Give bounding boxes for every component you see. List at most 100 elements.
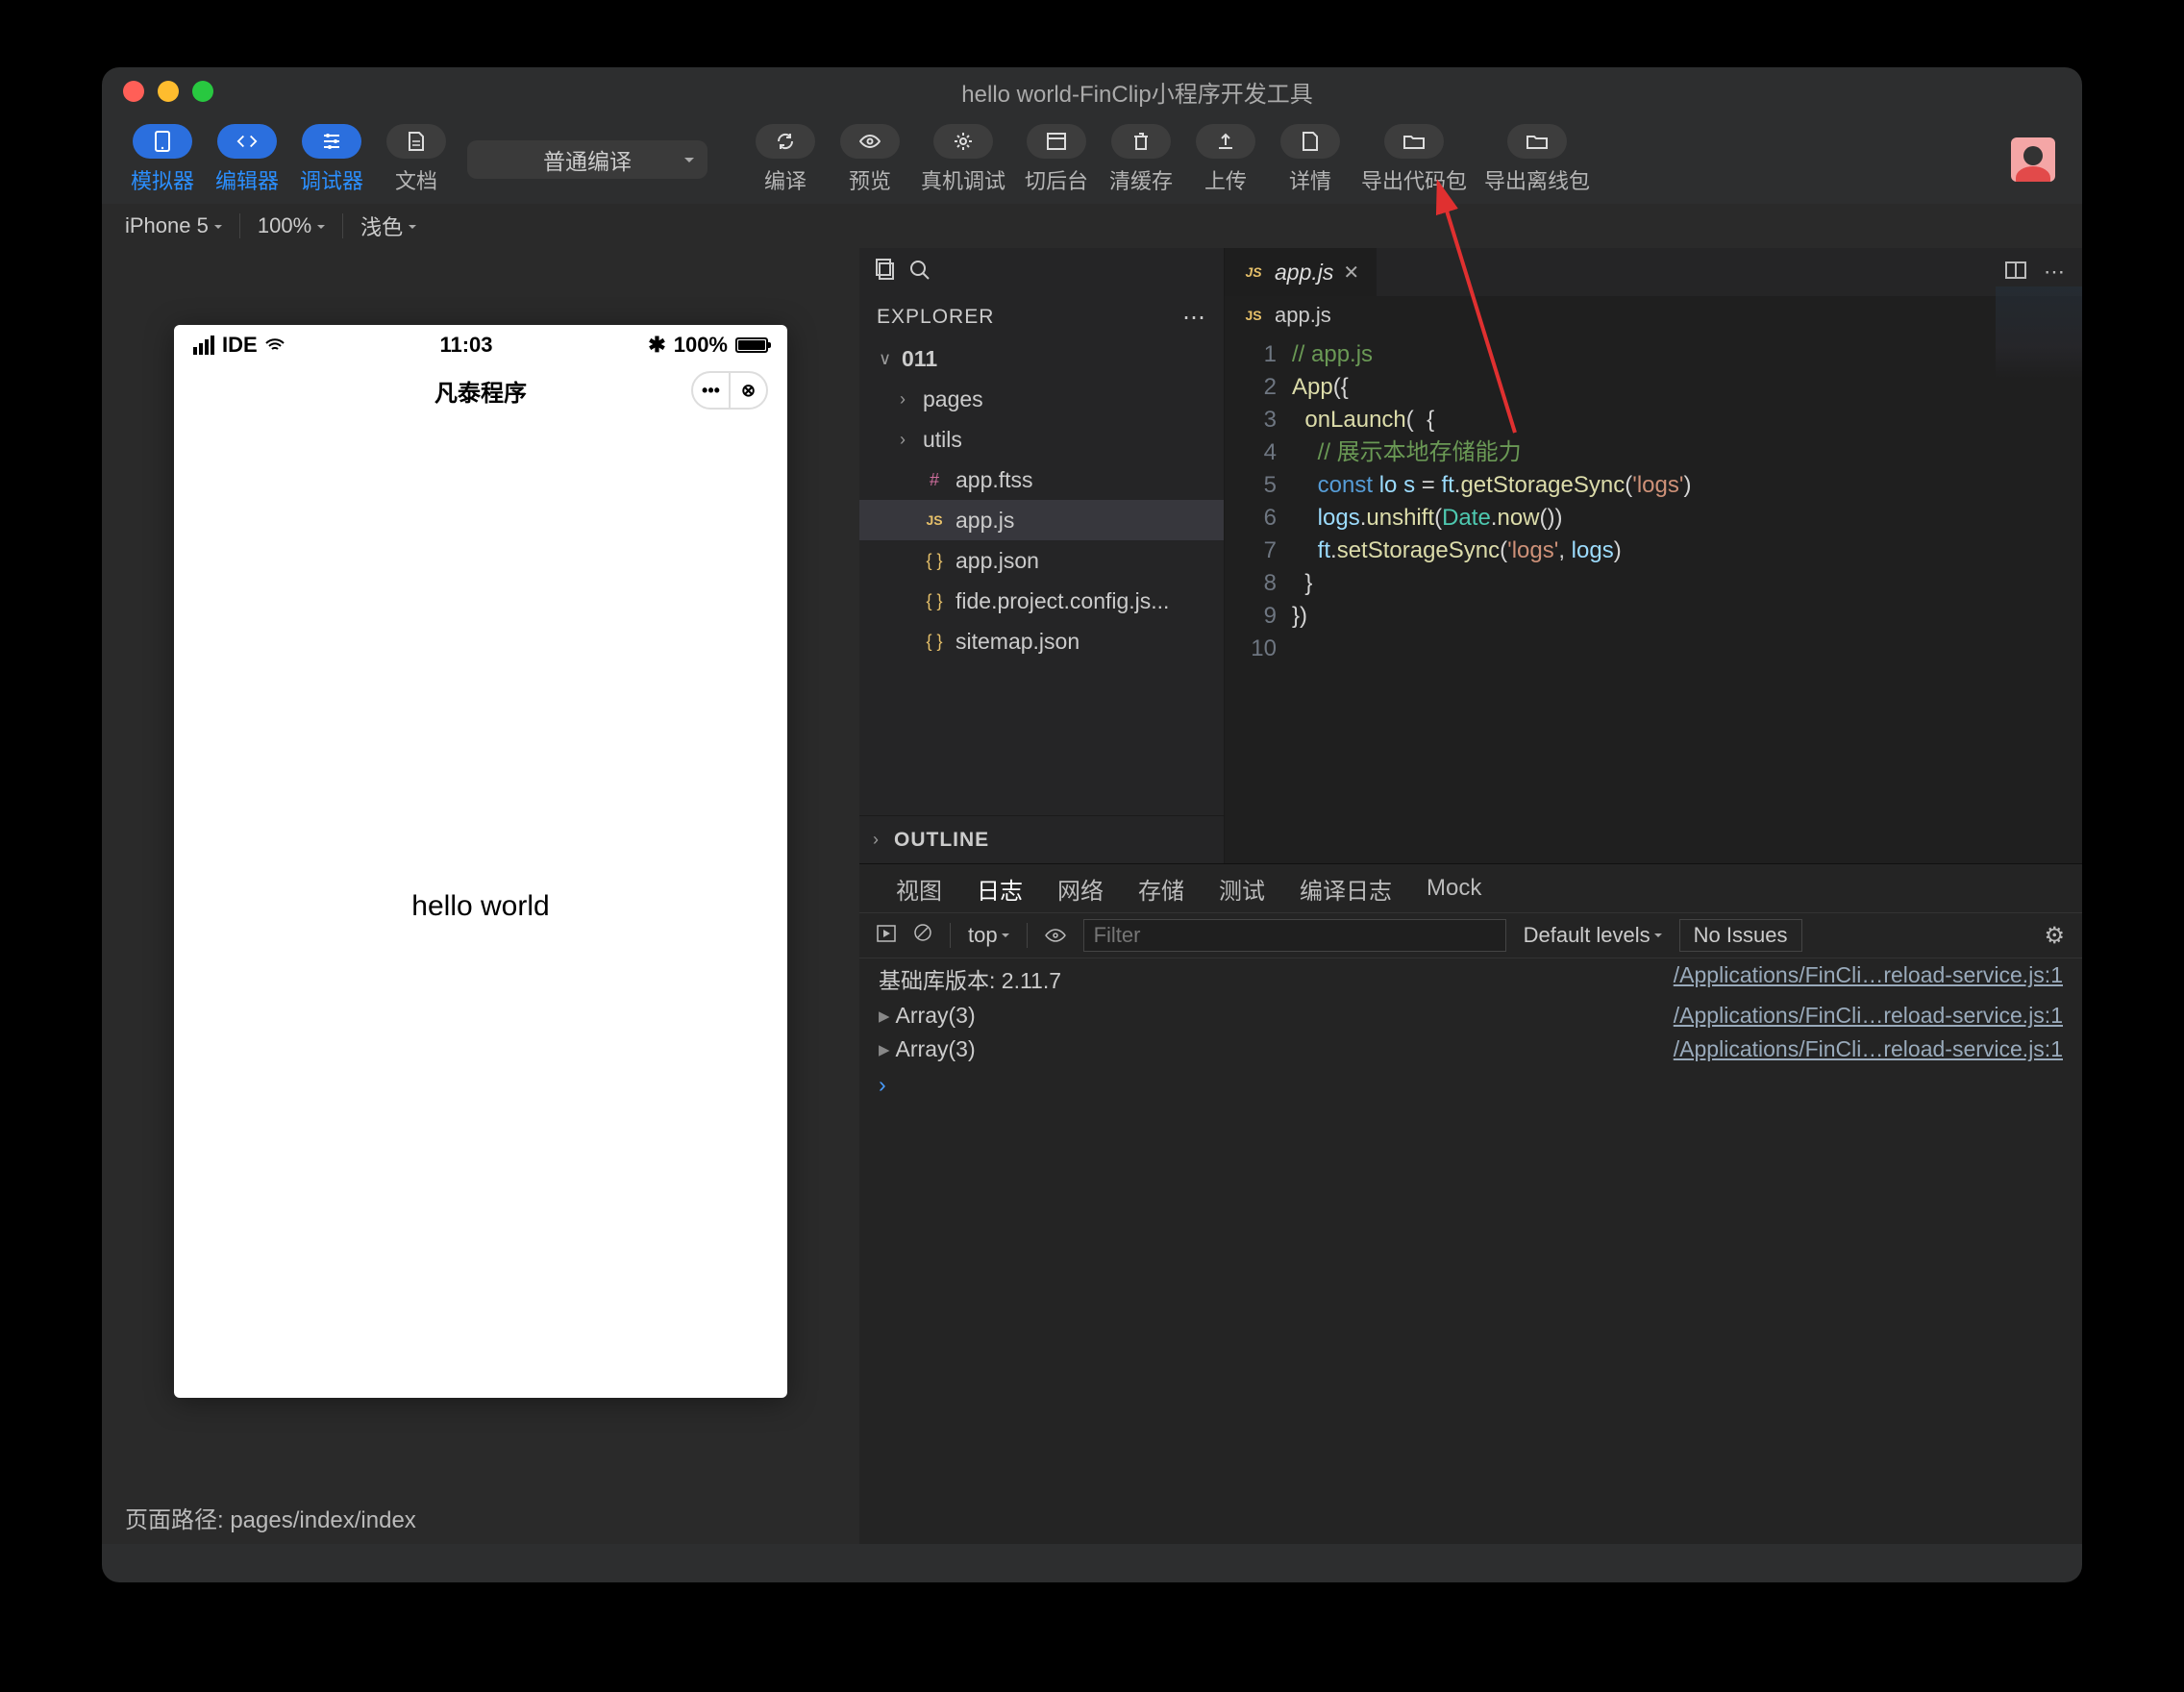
- editor-tab[interactable]: JS app.js ✕: [1225, 248, 1377, 296]
- doc-icon: [406, 131, 427, 152]
- issues-button[interactable]: No Issues: [1679, 919, 1802, 952]
- files-icon[interactable]: [873, 257, 896, 287]
- scope-select[interactable]: top: [968, 923, 1009, 948]
- phone-icon: [152, 131, 173, 152]
- devtools-tab[interactable]: 视图: [896, 872, 942, 906]
- export-code-button[interactable]: 导出代码包: [1361, 124, 1467, 195]
- docs-button[interactable]: 文档: [383, 124, 450, 195]
- outline-section[interactable]: ›OUTLINE: [859, 815, 1224, 863]
- phone-statusbar: IDE 11:03 ✱ 100%: [174, 325, 787, 365]
- play-icon[interactable]: [877, 923, 896, 948]
- device-select[interactable]: iPhone 5: [125, 213, 222, 238]
- explorer-panel: EXPLORER ⋯ ∨011 ›pages›utils#app.ftssJSap…: [859, 248, 1225, 863]
- devtools-panel: 视图 日志网络存储 测试 编译日志 Mock top Default levels No…: [859, 863, 2082, 1544]
- titlebar: hello world-FinClip小程序开发工具: [102, 67, 2082, 115]
- explorer-title: EXPLORER: [877, 306, 994, 329]
- theme-select[interactable]: 浅色: [360, 211, 416, 241]
- main-area: IDE 11:03 ✱ 100% 凡泰程序 •••⊗ hello world 页…: [102, 248, 2082, 1544]
- tree-item[interactable]: #app.ftss: [859, 460, 1224, 500]
- main-toolbar: 模拟器 编辑器 调试器 文档 普通编译 编译 预览 真机调试: [102, 115, 2082, 204]
- console-toolbar: top Default levels No Issues ⚙: [859, 912, 2082, 958]
- code-editor: JS app.js ✕ ⋯ JS app.js: [1225, 248, 2082, 863]
- avatar[interactable]: [2011, 137, 2055, 182]
- simulator-panel: IDE 11:03 ✱ 100% 凡泰程序 •••⊗ hello world 页…: [102, 248, 859, 1544]
- wifi-icon: [265, 338, 285, 352]
- traffic-lights: [123, 81, 213, 102]
- refresh-icon: [775, 131, 796, 152]
- clear-cache-button[interactable]: 清缓存: [1107, 124, 1175, 195]
- phone-frame: IDE 11:03 ✱ 100% 凡泰程序 •••⊗ hello world: [174, 325, 787, 1398]
- more-icon[interactable]: ⋯: [2044, 260, 2065, 285]
- file-tree: ∨011 ›pages›utils#app.ftssJSapp.js{ }app…: [859, 338, 1224, 815]
- signal-icon: [193, 336, 214, 355]
- upload-button[interactable]: 上传: [1192, 124, 1259, 195]
- eye-icon: [859, 131, 881, 152]
- details-button[interactable]: 详情: [1277, 124, 1344, 195]
- debugger-toggle[interactable]: 调试器: [298, 124, 365, 195]
- code-body[interactable]: 12345678910 // app.js App({ onLaunch( { …: [1225, 335, 2082, 863]
- phone-time: 11:03: [439, 333, 492, 358]
- devtools-tab[interactable]: 日志: [977, 872, 1023, 906]
- console-row[interactable]: 基础库版本: 2.11.7/Applications/FinCli…reload…: [859, 958, 2082, 999]
- eye-icon[interactable]: [1045, 923, 1066, 948]
- split-icon[interactable]: [2005, 260, 2026, 285]
- simulator-toggle[interactable]: 模拟器: [129, 124, 196, 195]
- phone-navbar: 凡泰程序 •••⊗: [174, 365, 787, 415]
- capsule-button[interactable]: •••⊗: [691, 371, 768, 410]
- battery-icon: [735, 337, 768, 353]
- minimize-button[interactable]: [158, 81, 179, 102]
- breadcrumb[interactable]: JS app.js: [1225, 296, 2082, 335]
- editor-tabs: JS app.js ✕ ⋯: [1225, 248, 2082, 296]
- tree-item[interactable]: { }app.json: [859, 540, 1224, 581]
- devtools-tab[interactable]: 编译日志: [1300, 872, 1392, 906]
- phone-content: hello world: [174, 415, 787, 1398]
- bluetooth-icon: ✱: [648, 333, 665, 358]
- simulator-subbar: iPhone 5 100% 浅色: [102, 204, 2082, 248]
- page-path-label: 页面路径: pages/index/index: [125, 1501, 416, 1534]
- window-icon: [1046, 131, 1067, 152]
- minimap[interactable]: [1996, 286, 2082, 440]
- real-device-button[interactable]: 真机调试: [921, 124, 1005, 195]
- background-button[interactable]: 切后台: [1023, 124, 1090, 195]
- upload-icon: [1215, 131, 1236, 152]
- window-title: hello world-FinClip小程序开发工具: [213, 75, 2061, 109]
- file-icon: [1300, 131, 1321, 152]
- search-icon[interactable]: [909, 257, 931, 287]
- console-row[interactable]: ▸Array(3)/Applications/FinCli…reload-ser…: [859, 1033, 2082, 1066]
- preview-button[interactable]: 预览: [836, 124, 904, 195]
- devtools-tab[interactable]: 存储: [1138, 872, 1184, 906]
- editor-toggle[interactable]: 编辑器: [213, 124, 281, 195]
- tree-item[interactable]: JSapp.js: [859, 500, 1224, 540]
- compile-mode-select[interactable]: 普通编译: [467, 140, 707, 179]
- trash-icon: [1130, 131, 1152, 152]
- console-output: 基础库版本: 2.11.7/Applications/FinCli…reload…: [859, 958, 2082, 1544]
- devtools-tabs: 视图 日志网络存储 测试 编译日志 Mock: [859, 864, 2082, 912]
- folder-icon: [1526, 131, 1548, 152]
- js-icon: JS: [1242, 264, 1265, 280]
- zoom-select[interactable]: 100%: [258, 213, 325, 238]
- log-level-select[interactable]: Default levels: [1524, 923, 1662, 948]
- sliders-icon: [321, 131, 342, 152]
- editor-panel: EXPLORER ⋯ ∨011 ›pages›utils#app.ftssJSap…: [859, 248, 2082, 1544]
- close-tab-icon[interactable]: ✕: [1343, 261, 1359, 285]
- close-button[interactable]: [123, 81, 144, 102]
- console-prompt[interactable]: ›: [859, 1066, 2082, 1104]
- clear-icon[interactable]: [913, 923, 932, 948]
- console-row[interactable]: ▸Array(3)/Applications/FinCli…reload-ser…: [859, 999, 2082, 1033]
- devtools-tab[interactable]: 网络: [1057, 872, 1104, 906]
- tree-root[interactable]: ∨011: [859, 338, 1224, 379]
- compile-button[interactable]: 编译: [752, 124, 819, 195]
- tree-item[interactable]: { }fide.project.config.js...: [859, 581, 1224, 621]
- code-icon: [236, 131, 258, 152]
- explorer-more-icon[interactable]: ⋯: [1182, 304, 1206, 332]
- tree-item[interactable]: { }sitemap.json: [859, 621, 1224, 661]
- settings-icon[interactable]: ⚙: [2044, 922, 2065, 950]
- devtools-tab[interactable]: Mock: [1427, 875, 1481, 902]
- tree-item[interactable]: ›utils: [859, 419, 1224, 460]
- tree-item[interactable]: ›pages: [859, 379, 1224, 419]
- filter-input[interactable]: [1083, 919, 1506, 952]
- maximize-button[interactable]: [192, 81, 213, 102]
- devtools-tab[interactable]: 测试: [1219, 872, 1265, 906]
- export-offline-button[interactable]: 导出离线包: [1484, 124, 1590, 195]
- more-icon: •••: [693, 373, 731, 408]
